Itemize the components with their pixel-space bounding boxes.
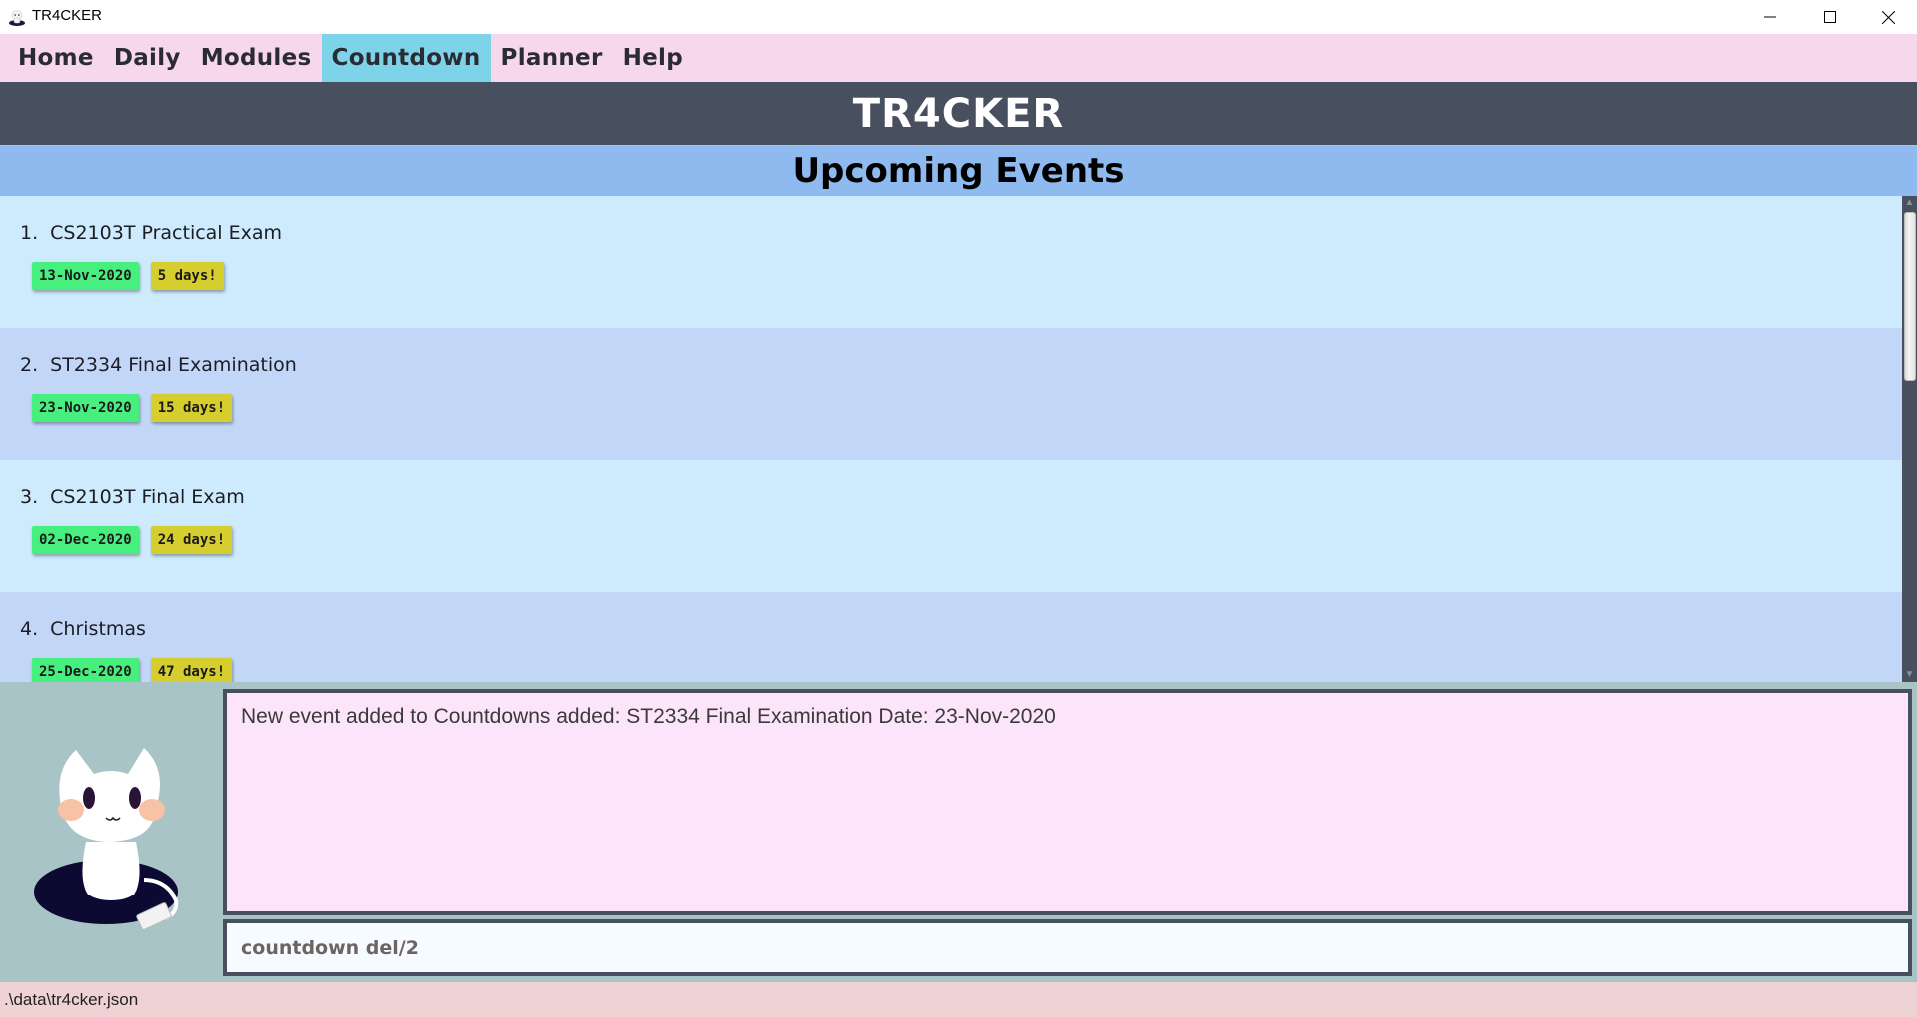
event-countdown-tag: 24 days! (150, 526, 233, 554)
event-date-tag: 23-Nov-2020 (32, 394, 139, 422)
list-scrollbar[interactable]: ▲ ▼ (1902, 196, 1917, 682)
close-button[interactable] (1859, 0, 1917, 34)
bottom-panel: New event added to Countdowns added: ST2… (0, 682, 1917, 982)
event-index: 1. (20, 222, 39, 244)
event-name: Christmas (50, 618, 146, 640)
window-title-bar: TR4CKER (0, 0, 1917, 34)
event-index: 2. (20, 354, 39, 376)
result-message: New event added to Countdowns added: ST2… (241, 705, 1056, 728)
result-display: New event added to Countdowns added: ST2… (223, 689, 1912, 915)
section-title: Upcoming Events (792, 151, 1125, 191)
status-bar: .\data\tr4cker.json (0, 982, 1917, 1017)
event-tags: 23-Nov-2020 15 days! (32, 394, 233, 422)
scroll-up-arrow-icon[interactable]: ▲ (1902, 196, 1917, 210)
menu-help[interactable]: Help (613, 34, 693, 82)
event-tags: 13-Nov-2020 5 days! (32, 262, 224, 290)
scroll-thumb[interactable] (1904, 212, 1916, 381)
minimize-icon (1764, 16, 1776, 18)
menu-daily[interactable]: Daily (104, 34, 191, 82)
app-header: TR4CKER (0, 82, 1917, 145)
event-index: 3. (20, 486, 39, 508)
event-countdown-tag: 5 days! (150, 262, 224, 290)
event-card[interactable]: 2. ST2334 Final Examination 23-Nov-2020 1… (0, 328, 1902, 460)
event-title: 1. CS2103T Practical Exam (20, 222, 282, 244)
event-card[interactable]: 1. CS2103T Practical Exam 13-Nov-2020 5 d… (0, 196, 1902, 328)
maximize-icon (1824, 11, 1836, 23)
event-title: 2. ST2334 Final Examination (20, 354, 297, 376)
menu-bar: Home Daily Modules Countdown Planner Hel… (0, 34, 1917, 82)
event-date-tag: 13-Nov-2020 (32, 262, 139, 290)
scroll-down-arrow-icon[interactable]: ▼ (1902, 668, 1917, 682)
save-file-path: .\data\tr4cker.json (4, 990, 139, 1009)
event-name: ST2334 Final Examination (50, 354, 297, 376)
event-countdown-tag: 47 days! (150, 658, 233, 682)
cat-mascot-icon (34, 748, 179, 930)
event-date-tag: 02-Dec-2020 (32, 526, 139, 554)
menu-planner[interactable]: Planner (491, 34, 613, 82)
event-tags: 02-Dec-2020 24 days! (32, 526, 233, 554)
event-name: CS2103T Practical Exam (50, 222, 283, 244)
window-title: TR4CKER (32, 7, 103, 24)
event-index: 4. (20, 618, 39, 640)
event-name: CS2103T Final Exam (50, 486, 245, 508)
menu-home[interactable]: Home (8, 34, 104, 82)
event-card[interactable]: 3. CS2103T Final Exam 02-Dec-2020 24 days… (0, 460, 1902, 592)
maximize-button[interactable] (1801, 0, 1859, 34)
command-box[interactable] (223, 919, 1912, 976)
countdown-list[interactable]: 1. CS2103T Practical Exam 13-Nov-2020 5 d… (0, 196, 1902, 682)
command-input[interactable] (241, 936, 1908, 959)
close-icon (1881, 10, 1895, 24)
event-card[interactable]: 4. Christmas 25-Dec-2020 47 days! (0, 592, 1902, 682)
app-cat-icon (9, 10, 25, 26)
minimize-button[interactable] (1741, 0, 1799, 34)
menu-modules[interactable]: Modules (191, 34, 322, 82)
app-header-title: TR4CKER (852, 90, 1065, 137)
event-date-tag: 25-Dec-2020 (32, 658, 139, 682)
section-header: Upcoming Events (0, 145, 1917, 196)
event-tags: 25-Dec-2020 47 days! (32, 658, 233, 682)
event-title: 3. CS2103T Final Exam (20, 486, 245, 508)
menu-countdown[interactable]: Countdown (321, 34, 491, 82)
event-countdown-tag: 15 days! (150, 394, 233, 422)
event-title: 4. Christmas (20, 618, 146, 640)
